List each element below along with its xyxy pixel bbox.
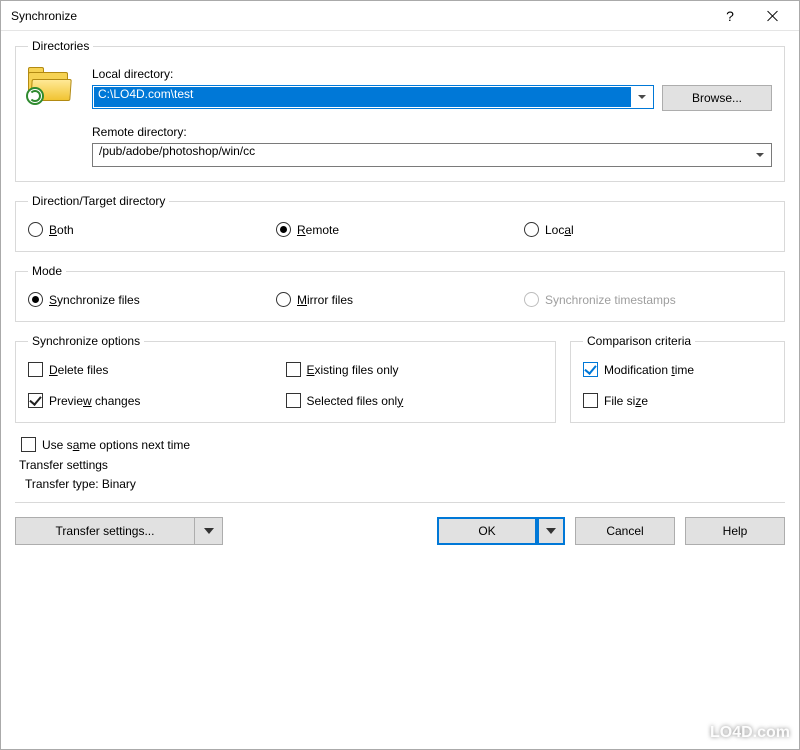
direction-legend: Direction/Target directory (28, 194, 169, 208)
checkbox-selected-only[interactable]: Selected files only (286, 393, 544, 408)
remote-dir-combo[interactable]: /pub/adobe/photoshop/win/cc (92, 143, 772, 167)
checkbox-use-same-options[interactable]: Use same options next time (21, 437, 785, 452)
transfer-settings-info: Transfer settings Transfer type: Binary (19, 456, 785, 494)
chevron-down-icon (756, 153, 764, 157)
checkbox-file-size[interactable]: File size (583, 393, 772, 408)
radio-sync-timestamps: Synchronize timestamps (524, 292, 772, 307)
local-dir-label: Local directory: (92, 67, 654, 81)
direction-group: Direction/Target directory Both Remote L… (15, 194, 785, 252)
remote-dir-dropdown[interactable] (749, 144, 771, 166)
help-icon: ? (726, 8, 734, 24)
transfer-settings-menu[interactable] (195, 517, 223, 545)
titlebar: Synchronize ? (1, 1, 799, 31)
directories-legend: Directories (28, 39, 93, 53)
synchronize-dialog: Synchronize ? Directories Local director… (0, 0, 800, 750)
chevron-down-icon (546, 528, 556, 534)
checkbox-icon (28, 393, 43, 408)
radio-remote-label: emote (306, 223, 339, 237)
window-title: Synchronize (11, 9, 709, 23)
close-button[interactable] (751, 2, 793, 30)
ok-menu[interactable] (537, 517, 565, 545)
chevron-down-icon (204, 528, 214, 534)
dialog-buttons: Transfer settings... OK Cancel Help (1, 513, 799, 557)
comparison-group: Comparison criteria Modification time Fi… (570, 334, 785, 423)
close-icon (767, 10, 778, 21)
checkbox-icon (28, 362, 43, 377)
local-dir-input[interactable]: C:\LO4D.com\test (94, 87, 631, 107)
help-button[interactable]: ? (709, 2, 751, 30)
radio-remote[interactable]: Remote (276, 222, 524, 237)
radio-icon (524, 222, 539, 237)
checkbox-icon (286, 362, 301, 377)
transfer-heading: Transfer settings (19, 456, 785, 475)
mode-legend: Mode (28, 264, 66, 278)
ok-splitbutton: OK (437, 517, 565, 545)
checkbox-icon (286, 393, 301, 408)
local-dir-dropdown[interactable] (631, 86, 653, 108)
radio-timestamps-label: Synchronize timestamps (545, 293, 676, 307)
browse-label: Browse... (692, 91, 742, 105)
radio-sync-files[interactable]: Synchronize files (28, 292, 276, 307)
checkbox-existing-only[interactable]: Existing files only (286, 362, 544, 377)
sync-options-legend: Synchronize options (28, 334, 144, 348)
radio-local-label: l (571, 223, 574, 237)
checkbox-mod-time[interactable]: Modification time (583, 362, 772, 377)
comparison-legend: Comparison criteria (583, 334, 695, 348)
sync-options-group: Synchronize options Delete files Existin… (15, 334, 556, 423)
remote-dir-input[interactable]: /pub/adobe/photoshop/win/cc (93, 144, 749, 166)
radio-sync-label: ynchronize files (57, 293, 140, 307)
folder-sync-icon (28, 69, 68, 103)
checkbox-preview-changes[interactable]: Preview changes (28, 393, 286, 408)
browse-button[interactable]: Browse... (662, 85, 772, 111)
checkbox-icon (21, 437, 36, 452)
help-button[interactable]: Help (685, 517, 785, 545)
checkbox-delete-files[interactable]: Delete files (28, 362, 286, 377)
transfer-type-line: Transfer type: Binary (19, 475, 785, 494)
transfer-settings-splitbutton: Transfer settings... (15, 517, 223, 545)
ok-button[interactable]: OK (437, 517, 537, 545)
radio-icon (276, 292, 291, 307)
client-area: Directories Local directory: C:\LO4D.com… (1, 31, 799, 503)
directories-group: Directories Local directory: C:\LO4D.com… (15, 39, 785, 182)
radio-icon (524, 292, 539, 307)
radio-icon (28, 292, 43, 307)
remote-dir-label: Remote directory: (92, 125, 772, 139)
checkbox-icon (583, 362, 598, 377)
radio-local[interactable]: Local (524, 222, 772, 237)
mode-group: Mode Synchronize files Mirror files Sync… (15, 264, 785, 322)
chevron-down-icon (638, 95, 646, 99)
radio-both[interactable]: Both (28, 222, 276, 237)
transfer-settings-button[interactable]: Transfer settings... (15, 517, 195, 545)
radio-mirror-label: irror files (307, 293, 353, 307)
cancel-button[interactable]: Cancel (575, 517, 675, 545)
checkbox-icon (583, 393, 598, 408)
local-dir-combo[interactable]: C:\LO4D.com\test (92, 85, 654, 109)
radio-icon (276, 222, 291, 237)
separator (15, 502, 785, 503)
radio-mirror-files[interactable]: Mirror files (276, 292, 524, 307)
radio-both-label: oth (57, 223, 74, 237)
radio-icon (28, 222, 43, 237)
